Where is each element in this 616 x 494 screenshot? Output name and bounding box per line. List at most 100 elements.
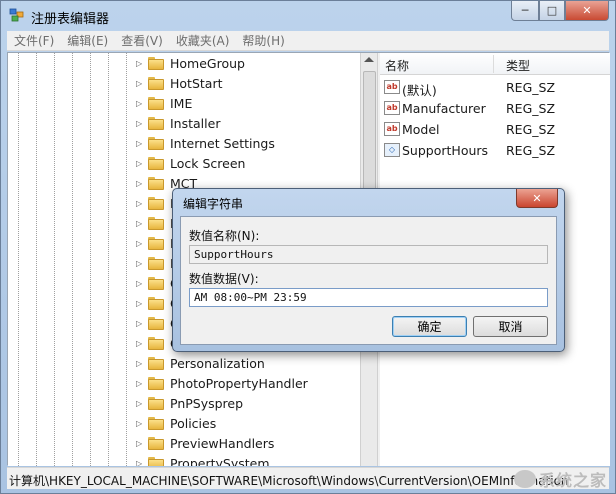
folder-icon <box>148 136 164 150</box>
value-row[interactable]: ab Model REG_SZ <box>380 119 610 140</box>
tree-item[interactable]: ▷ Installer <box>136 113 220 133</box>
cancel-button[interactable]: 取消 <box>473 316 548 337</box>
value-name-field: SupportHours <box>189 245 548 264</box>
tree-item[interactable]: ▷ PropertySystem <box>136 453 270 466</box>
column-header-name[interactable]: 名称 <box>385 57 409 74</box>
minimize-button[interactable]: ─ <box>511 1 539 21</box>
tree-guide-line <box>36 53 37 466</box>
value-data-label: 数值数据(V): <box>189 272 259 286</box>
tree-item-label: Personalization <box>170 355 265 371</box>
dialog-title: 编辑字符串 <box>183 197 244 211</box>
tree-item[interactable]: ▷ Policies <box>136 413 216 433</box>
tree-item-label: HomeGroup <box>170 55 245 71</box>
string-value-icon: ab <box>384 122 400 136</box>
folder-icon <box>148 336 164 350</box>
expand-arrow-icon[interactable]: ▷ <box>136 79 144 88</box>
column-separator[interactable] <box>493 55 494 73</box>
ok-button[interactable]: 确定 <box>392 316 467 337</box>
expand-arrow-icon[interactable]: ▷ <box>136 279 144 288</box>
folder-icon <box>148 396 164 410</box>
expand-arrow-icon[interactable]: ▷ <box>136 299 144 308</box>
column-header-type[interactable]: 类型 <box>506 57 530 74</box>
tree-item[interactable]: ▷ IME <box>136 93 192 113</box>
tree-item-label: PhotoPropertyHandler <box>170 375 308 391</box>
tree-item[interactable]: ▷ Lock Screen <box>136 153 245 173</box>
tree-item-label: HotStart <box>170 75 223 91</box>
menu-help[interactable]: 帮助(H) <box>235 32 290 49</box>
close-icon: ✕ <box>532 191 542 205</box>
menu-view[interactable]: 查看(V) <box>114 32 169 49</box>
expand-arrow-icon[interactable]: ▷ <box>136 339 144 348</box>
tree-item-label: Internet Settings <box>170 135 275 151</box>
value-name: (默认) <box>402 83 437 98</box>
folder-icon <box>148 116 164 130</box>
expand-arrow-icon[interactable]: ▷ <box>136 119 144 128</box>
expand-arrow-icon[interactable]: ▷ <box>136 259 144 268</box>
watermark-logo-icon <box>513 470 536 488</box>
folder-icon <box>148 56 164 70</box>
folder-icon <box>148 216 164 230</box>
value-type: REG_SZ <box>506 122 556 137</box>
folder-icon <box>148 256 164 270</box>
binary-value-icon: ◇ <box>384 143 400 157</box>
tree-guide-line <box>18 53 19 466</box>
value-row[interactable]: ab (默认) REG_SZ <box>380 77 610 98</box>
expand-arrow-icon[interactable]: ▷ <box>136 319 144 328</box>
value-row[interactable]: ◇ SupportHours REG_SZ <box>380 140 610 161</box>
expand-arrow-icon[interactable]: ▷ <box>136 199 144 208</box>
tree-item[interactable]: ▷ PreviewHandlers <box>136 433 274 453</box>
folder-icon <box>148 416 164 430</box>
expand-arrow-icon[interactable]: ▷ <box>136 399 144 408</box>
expand-arrow-icon[interactable]: ▷ <box>136 59 144 68</box>
status-key-path: 计算机\HKEY_LOCAL_MACHINE\SOFTWARE\Microsof… <box>9 474 569 488</box>
expand-arrow-icon[interactable]: ▷ <box>136 459 144 467</box>
value-name: Manufacturer <box>402 101 486 116</box>
folder-icon <box>148 176 164 190</box>
expand-arrow-icon[interactable]: ▷ <box>136 139 144 148</box>
tree-guide-line <box>54 53 55 466</box>
tree-item[interactable]: ▷ HotStart <box>136 73 222 93</box>
maximize-button[interactable]: □ <box>539 1 565 21</box>
watermark-text: 系统之家 <box>538 471 607 490</box>
dialog-body: 数值名称(N): SupportHours 数值数据(V): 确定 取消 <box>180 216 557 345</box>
close-button[interactable]: ✕ <box>565 1 609 21</box>
registry-app-icon <box>9 7 25 23</box>
value-row[interactable]: ab Manufacturer REG_SZ <box>380 98 610 119</box>
tree-item-label: PnPSysprep <box>170 395 244 411</box>
expand-arrow-icon[interactable]: ▷ <box>136 159 144 168</box>
menu-favorites[interactable]: 收藏夹(A) <box>169 32 236 49</box>
folder-icon <box>148 436 164 450</box>
expand-arrow-icon[interactable]: ▷ <box>136 359 144 368</box>
string-value-icon: ab <box>384 80 400 94</box>
folder-icon <box>148 376 164 390</box>
tree-item[interactable]: ▷ Internet Settings <box>136 133 275 153</box>
tree-item-label: IME <box>170 95 193 111</box>
tree-item[interactable]: ▷ HomeGroup <box>136 53 245 73</box>
value-data-input[interactable] <box>189 288 548 307</box>
expand-arrow-icon[interactable]: ▷ <box>136 379 144 388</box>
value-name: Model <box>402 122 440 137</box>
scroll-thumb[interactable] <box>363 71 376 191</box>
list-header: 名称 类型 <box>380 53 610 75</box>
watermark: 系统之家 <box>513 468 607 490</box>
menu-file[interactable]: 文件(F) <box>7 32 60 49</box>
tree-item[interactable]: ▷ Personalization <box>136 353 265 373</box>
tree-item[interactable]: ▷ PhotoPropertyHandler <box>136 373 308 393</box>
string-value-icon: ab <box>384 101 400 115</box>
expand-arrow-icon[interactable]: ▷ <box>136 179 144 188</box>
expand-arrow-icon[interactable]: ▷ <box>136 239 144 248</box>
value-type: REG_SZ <box>506 80 556 95</box>
scroll-up-arrow-icon[interactable] <box>364 57 374 62</box>
tree-guide-line <box>72 53 73 466</box>
title-bar[interactable]: 注册表编辑器 ─ □ ✕ <box>1 1 615 31</box>
value-name-label: 数值名称(N): <box>189 229 260 243</box>
folder-icon <box>148 316 164 330</box>
expand-arrow-icon[interactable]: ▷ <box>136 99 144 108</box>
expand-arrow-icon[interactable]: ▷ <box>136 219 144 228</box>
expand-arrow-icon[interactable]: ▷ <box>136 419 144 428</box>
expand-arrow-icon[interactable]: ▷ <box>136 439 144 448</box>
tree-item[interactable]: ▷ PnPSysprep <box>136 393 243 413</box>
dialog-close-button[interactable]: ✕ <box>516 189 558 208</box>
menu-edit[interactable]: 编辑(E) <box>60 32 114 49</box>
folder-icon <box>148 456 164 466</box>
